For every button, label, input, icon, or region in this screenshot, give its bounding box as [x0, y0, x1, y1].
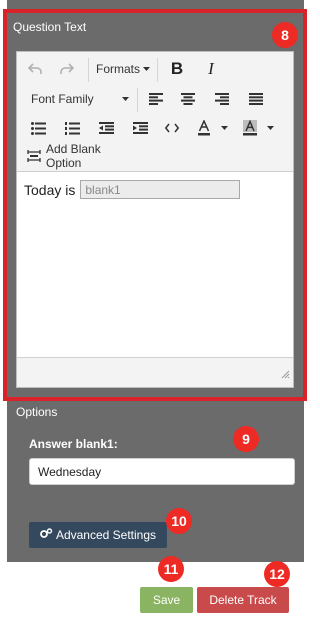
answer-input[interactable]: Wednesday [29, 458, 295, 485]
rich-text-editor: Formats B I Font Family Add Blank Option… [16, 51, 294, 388]
question-text-label: Question Text [13, 20, 87, 34]
delete-track-button[interactable]: Delete Track [197, 587, 289, 613]
numbered-list-button[interactable] [61, 118, 83, 138]
background-color-button[interactable] [239, 117, 277, 139]
blank-placeholder[interactable]: blank1 [80, 180, 241, 199]
redo-button[interactable] [55, 58, 79, 80]
bullet-list-icon [30, 121, 46, 135]
formats-label: Formats [95, 62, 140, 76]
align-right-button[interactable] [211, 89, 233, 109]
bold-button[interactable]: B [167, 57, 187, 81]
editor-statusbar [17, 357, 293, 387]
add-blank-option-button[interactable]: Add Blank Option [27, 142, 137, 170]
editor-content[interactable]: Today is blank1 [24, 180, 241, 199]
options-label: Options [16, 405, 58, 419]
align-left-button[interactable] [145, 89, 167, 109]
italic-button[interactable]: I [201, 57, 221, 81]
callout-badge-10: 10 [166, 508, 192, 534]
advanced-settings-button[interactable]: Advanced Settings [29, 522, 167, 548]
undo-button[interactable] [23, 58, 47, 80]
background-color-icon [242, 120, 257, 136]
gears-icon [40, 528, 56, 542]
editor-toolbar: Formats B I Font Family Add Blank Option [17, 52, 293, 172]
toolbar-separator [157, 58, 158, 82]
toolbar-separator [88, 58, 89, 82]
align-justify-icon [249, 93, 263, 105]
align-justify-button[interactable] [245, 89, 267, 109]
numbered-list-icon [64, 121, 80, 135]
resize-handle-icon[interactable] [281, 366, 290, 384]
callout-badge-11: 11 [158, 556, 184, 582]
text-color-button[interactable] [193, 117, 231, 139]
toolbar-separator [137, 88, 138, 112]
caret-down-icon [266, 126, 274, 130]
redo-icon [60, 63, 74, 75]
add-blank-label: Add Blank Option [46, 142, 101, 170]
caret-down-icon [220, 126, 228, 130]
indent-icon [132, 122, 148, 134]
save-button[interactable]: Save [140, 587, 193, 613]
outdent-button[interactable] [95, 118, 117, 138]
font-family-label: Font Family [31, 92, 94, 106]
source-code-button[interactable] [161, 118, 183, 138]
advanced-settings-label: Advanced Settings [55, 528, 157, 542]
bullet-list-button[interactable] [27, 118, 49, 138]
text-color-icon [197, 120, 211, 136]
callout-badge-12: 12 [264, 561, 290, 587]
align-right-icon [215, 93, 229, 105]
caret-down-icon [143, 67, 150, 71]
code-icon [165, 123, 179, 133]
outdent-icon [98, 122, 114, 134]
align-left-icon [149, 93, 163, 105]
callout-badge-9: 9 [233, 426, 259, 452]
answer-label: Answer blank1: [29, 437, 118, 451]
align-center-button[interactable] [177, 89, 199, 109]
bold-icon: B [170, 59, 184, 78]
font-family-dropdown[interactable]: Font Family [23, 88, 129, 110]
callout-badge-8: 8 [272, 22, 298, 48]
formats-dropdown[interactable]: Formats [95, 58, 151, 80]
indent-button[interactable] [129, 118, 151, 138]
align-center-icon [181, 93, 195, 105]
italic-icon: I [208, 59, 214, 78]
caret-down-icon [122, 97, 129, 101]
undo-icon [28, 63, 42, 75]
add-blank-icon [27, 150, 41, 162]
question-text: Today is [24, 181, 76, 198]
